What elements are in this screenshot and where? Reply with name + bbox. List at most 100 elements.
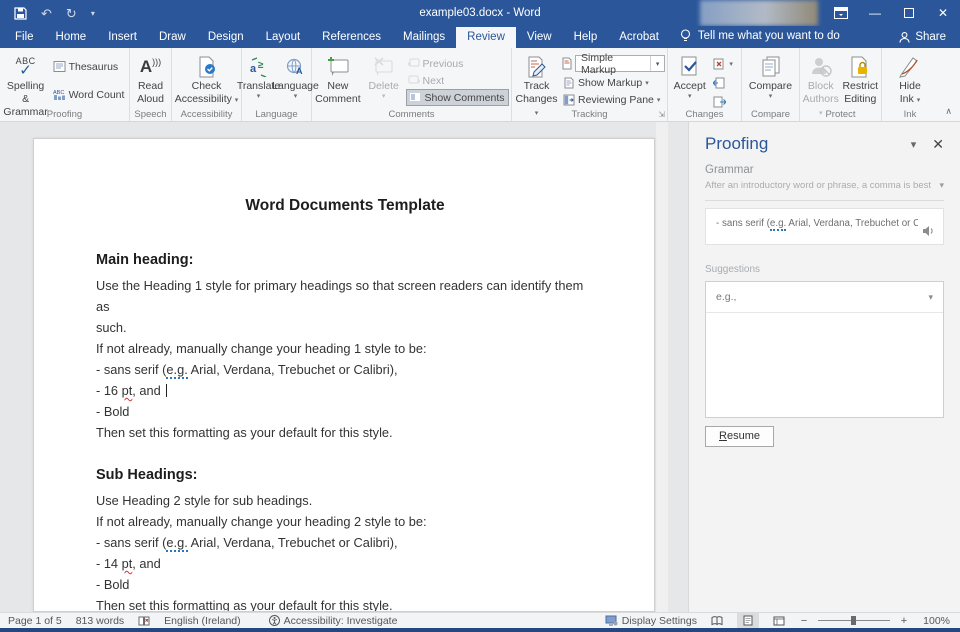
read-mode-button[interactable] [706,613,728,628]
tab-design[interactable]: Design [197,27,255,48]
ribbon-display-options-icon[interactable] [824,0,858,26]
window-controls: — ✕ [824,0,960,26]
zoom-slider-thumb[interactable] [851,616,856,625]
show-comments-icon [409,92,422,103]
check-accessibility-icon [198,54,216,80]
restrict-editing-button[interactable]: Restrict Editing [842,52,880,106]
word-count-indicator[interactable]: 813 words [76,615,124,627]
qat-customize-icon[interactable]: ▾ [91,9,95,18]
print-layout-button[interactable] [737,613,759,628]
document-page[interactable]: Word Documents Template Main heading: Us… [33,138,655,612]
pane-title: Proofing [705,134,895,154]
chevron-down-icon: ▾ [257,93,261,102]
chevron-down-icon[interactable]: ▾ [939,180,944,191]
grammar-marked-word: e.g. [166,535,187,552]
read-aloud-button[interactable]: A))) Read Aloud [132,52,169,106]
svg-text:A: A [296,66,303,76]
track-changes-icon [526,54,548,80]
resume-button[interactable]: Resume [705,426,774,447]
lightbulb-icon [680,29,691,43]
pane-section-label: Grammar [705,164,944,176]
doc-paragraph: such. [96,317,594,338]
translate-button[interactable]: a≥ Translate ▾ [241,52,277,102]
share-button[interactable]: Share [899,31,946,43]
proofing-status-icon[interactable] [138,615,150,627]
accept-button[interactable]: Accept ▾ [670,52,709,102]
language-button[interactable]: A Language ▾ [279,52,313,102]
next-change-button[interactable] [711,93,739,110]
previous-change-button[interactable] [711,74,739,91]
web-layout-button[interactable] [768,613,790,628]
close-icon[interactable]: ✕ [926,0,960,26]
tracking-dialog-launcher-icon[interactable]: ⇲ [658,110,665,119]
status-bar: Page 1 of 5 813 words English (Ireland) … [0,612,960,628]
chevron-down-icon[interactable]: ▾ [928,292,933,303]
check-accessibility-button[interactable]: Check Accessibility ▾ [175,52,239,106]
hide-ink-button[interactable]: Hide Ink ▾ [888,52,932,106]
reviewing-pane-icon [563,94,575,106]
tab-file[interactable]: File [4,27,45,48]
new-comment-button[interactable]: New Comment [314,52,362,106]
reviewing-pane-button[interactable]: Reviewing Pane ▾ [561,91,665,108]
accessibility-status[interactable]: Accessibility: Investigate [269,615,398,627]
tab-help[interactable]: Help [563,27,609,48]
pane-close-icon[interactable]: ✕ [932,136,944,153]
read-aloud-icon: A))) [140,54,161,80]
tell-me-box[interactable]: Tell me what you want to do [680,29,840,48]
block-authors-icon [809,54,833,80]
doc-heading-2: Sub Headings: [96,467,594,483]
compare-button[interactable]: Compare ▾ [744,52,797,102]
thesaurus-button[interactable]: Thesaurus [51,58,127,75]
grammar-marked-word: e.g. [166,362,187,379]
speaker-icon[interactable] [922,225,935,237]
language-globe-icon: A [286,54,306,80]
display-for-review-combobox[interactable]: Simple Markup ▾ [575,55,665,72]
svg-text:a: a [250,63,257,75]
tab-insert[interactable]: Insert [97,27,148,48]
display-settings-button[interactable]: Display Settings [605,615,697,627]
tab-draw[interactable]: Draw [148,27,197,48]
thesaurus-icon [53,60,66,73]
show-markup-button[interactable]: Show Markup ▾ [561,74,665,91]
ribbon-group-comments: New Comment Delete ▾ Previous Next Show … [312,48,512,121]
language-indicator[interactable]: English (Ireland) [164,615,240,627]
doc-paragraph: If not already, manually change your hea… [96,338,594,359]
tab-layout[interactable]: Layout [255,27,312,48]
zoom-in-button[interactable]: + [899,615,909,627]
zoom-level[interactable]: 100% [918,615,950,627]
collapse-ribbon-icon[interactable]: ∧ [945,106,952,117]
minimize-icon[interactable]: — [858,0,892,26]
pane-menu-icon[interactable]: ▾ [911,138,917,151]
document-scrollbar[interactable] [656,122,668,612]
undo-icon[interactable]: ↶ [41,7,52,20]
quick-access-toolbar: ↶ ↻ ▾ [14,7,95,20]
combobox-dropdown-icon[interactable]: ▾ [650,56,664,71]
zoom-slider[interactable] [818,613,890,628]
tab-view[interactable]: View [516,27,563,48]
accessibility-icon [269,615,280,626]
tab-acrobat[interactable]: Acrobat [608,27,670,48]
ribbon-tab-bar: File Home Insert Draw Design Layout Refe… [0,26,960,48]
tab-references[interactable]: References [311,27,392,48]
save-icon[interactable] [14,7,27,20]
suggestions-label: Suggestions [705,264,944,275]
zoom-out-button[interactable]: − [799,615,809,627]
tab-mailings[interactable]: Mailings [392,27,456,48]
reject-change-button[interactable]: ▾ [711,55,739,72]
doc-paragraph: Use Heading 2 style for sub headings. [96,490,594,511]
doc-paragraph: Then set this formatting as your default… [96,595,594,612]
ribbon-group-speech: A))) Read Aloud Speech [130,48,172,121]
tab-home[interactable]: Home [45,27,98,48]
redo-icon[interactable]: ↻ [66,7,77,20]
word-count-button[interactable]: ABC Word Count [51,86,127,103]
redacted-user-name [700,0,818,26]
show-comments-button[interactable]: Show Comments [406,89,509,106]
suggestions-list: e.g., ▾ [705,281,944,418]
markup-state-icon [561,57,573,70]
doc-list-item: - 16 pt, and [96,380,594,401]
page-indicator[interactable]: Page 1 of 5 [8,615,62,627]
maximize-icon[interactable] [892,0,926,26]
previous-comment-button: Previous [406,55,509,72]
suggestion-item[interactable]: e.g., ▾ [706,282,943,313]
tab-review[interactable]: Review [456,27,516,48]
